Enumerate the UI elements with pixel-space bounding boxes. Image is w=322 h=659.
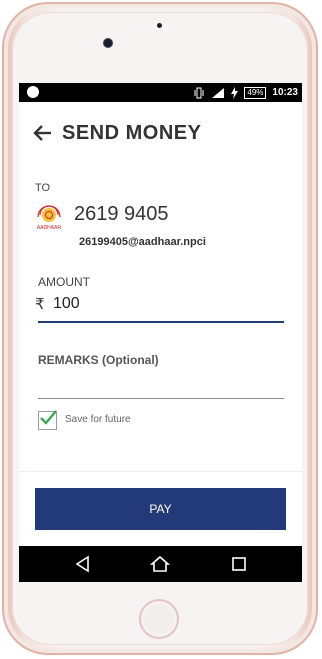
status-icons: 49% 10:23 — [193, 85, 298, 100]
status-bar: 49% 10:23 — [19, 83, 302, 102]
physical-home-button[interactable] — [139, 599, 179, 639]
signal-icon — [212, 87, 225, 98]
remarks-input-underline — [38, 398, 284, 399]
back-arrow-icon[interactable] — [32, 122, 54, 144]
svg-text:AADHAAR: AADHAAR — [37, 225, 62, 231]
divider — [19, 471, 302, 472]
checkbox-checked-icon — [40, 410, 56, 425]
recipient-number: 2619 9405 — [74, 203, 169, 225]
vibrate-icon — [194, 87, 204, 98]
remarks-input[interactable] — [38, 375, 284, 397]
nav-back-icon[interactable] — [73, 554, 93, 574]
notification-dot-icon — [27, 86, 39, 98]
remarks-label: REMARKS (Optional) — [38, 353, 159, 367]
charging-icon — [231, 86, 239, 99]
android-nav-bar — [19, 546, 302, 582]
recipient-vpa: 26199405@aadhaar.npci — [79, 236, 206, 248]
save-for-future-label: Save for future — [65, 414, 131, 425]
currency-symbol: ₹ — [35, 296, 45, 313]
status-time: 10:23 — [272, 87, 298, 98]
proximity-sensor — [157, 23, 162, 28]
save-for-future-checkbox[interactable] — [38, 410, 57, 430]
app-screen: 49% 10:23 SEND MONEY TO AADHAAR 2619 940… — [19, 83, 302, 582]
amount-input-underline — [38, 321, 284, 323]
amount-input[interactable]: 100 — [53, 295, 80, 313]
amount-label: AMOUNT — [38, 275, 90, 289]
battery-indicator: 49% — [244, 86, 267, 99]
nav-home-icon[interactable] — [150, 554, 170, 574]
nav-recents-icon[interactable] — [229, 554, 249, 574]
pay-button[interactable]: PAY — [35, 488, 286, 530]
aadhaar-logo-icon: AADHAAR — [37, 205, 62, 231]
front-camera — [104, 39, 112, 47]
to-label: TO — [35, 182, 51, 194]
page-title: SEND MONEY — [62, 122, 202, 144]
app-header: SEND MONEY — [19, 102, 302, 164]
